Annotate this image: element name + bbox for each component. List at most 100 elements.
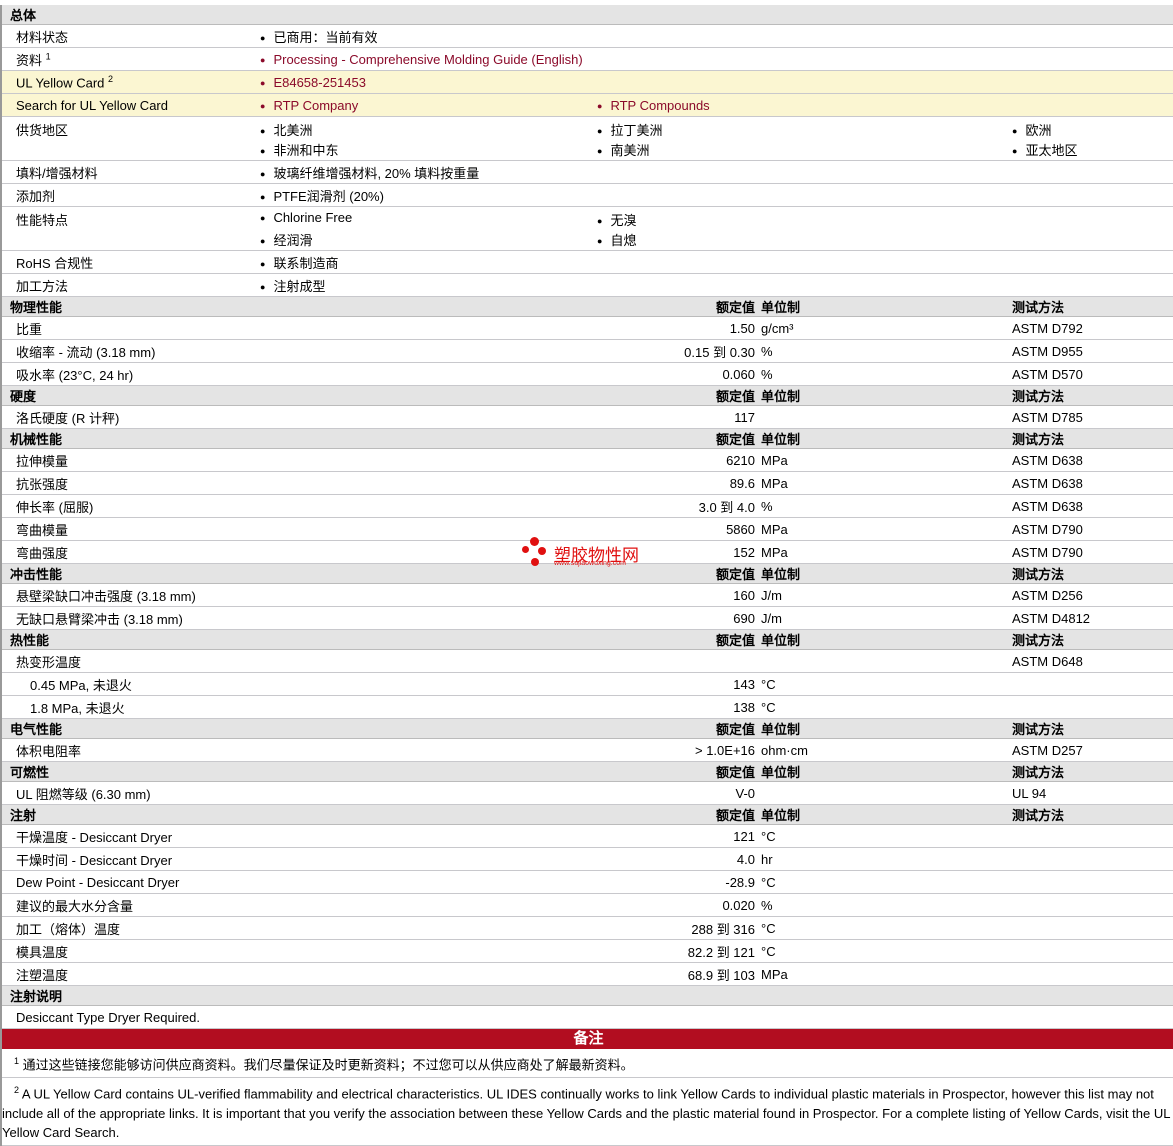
col-header-unit: 单位制 xyxy=(761,718,1012,739)
property-row: 干燥温度 - Desiccant Dryer 121 °C xyxy=(2,824,1173,848)
col-header-unit: 单位制 xyxy=(761,563,1012,584)
test-method xyxy=(1012,695,1173,719)
section-header: 总体 xyxy=(2,5,1173,25)
list-item: 亚太地区 xyxy=(1012,140,1173,160)
property-row: 热变形温度 ASTM D648 xyxy=(2,649,1173,673)
property-label: 建议的最大水分含量 xyxy=(2,893,597,917)
property-unit: % xyxy=(761,494,1012,518)
property-unit: % xyxy=(761,339,1012,363)
value-column: 北美洲非洲和中东 xyxy=(260,116,597,161)
list-item: 联系制造商 xyxy=(260,250,597,274)
list-item: 欧洲 xyxy=(1012,120,1173,140)
watermark-url: www.sujiaowuxing.com xyxy=(554,560,626,567)
value-column: 拉丁美洲南美洲 xyxy=(597,116,1012,161)
property-label: 加工（熔体）温度 xyxy=(2,916,597,940)
list-item: PTFE润滑剂 (20%) xyxy=(260,183,597,207)
property-unit: J/m xyxy=(761,606,1012,630)
list-item: Chlorine Free xyxy=(260,210,597,230)
property-row: 干燥时间 - Desiccant Dryer 4.0 hr xyxy=(2,847,1173,871)
section-header: 注射说明 xyxy=(2,985,1173,1006)
link[interactable]: RTP Compounds xyxy=(597,93,1173,117)
property-label: 热变形温度 xyxy=(2,649,597,673)
property-label: 干燥时间 - Desiccant Dryer xyxy=(2,847,597,871)
link[interactable]: E84658-251453 xyxy=(260,70,597,94)
property-unit xyxy=(761,781,1012,805)
property-label: 悬壁梁缺口冲击强度 (3.18 mm) xyxy=(2,583,597,607)
property-unit: °C xyxy=(761,695,1012,719)
link[interactable]: Processing - Comprehensive Molding Guide… xyxy=(260,47,597,71)
section-title: 注射 xyxy=(2,804,597,825)
section-title: 电气性能 xyxy=(2,718,597,739)
property-row: 收缩率 - 流动 (3.18 mm) 0.15 到 0.30% ASTM D955 xyxy=(2,339,1173,363)
general-row: 性能特点 Chlorine Free经润滑无溴自熄 xyxy=(2,206,1173,251)
footnote-ref[interactable]: 1 xyxy=(46,51,51,61)
property-value: 4.0 xyxy=(597,847,761,871)
property-unit: MPa xyxy=(761,471,1012,495)
col-header-value: 额定值 xyxy=(597,428,761,449)
footnote: 2 A UL Yellow Card contains UL-verified … xyxy=(2,1078,1173,1146)
property-row: 吸水率 (23°C, 24 hr) 0.060% ASTM D570 xyxy=(2,362,1173,386)
property-row: 抗张强度 89.6 MPa ASTM D638 xyxy=(2,471,1173,495)
row-label: 加工方法 xyxy=(2,273,260,297)
test-method xyxy=(1012,939,1173,963)
link[interactable]: RTP Company xyxy=(260,93,597,117)
test-method xyxy=(1012,916,1173,940)
property-value: 6210 xyxy=(597,448,761,472)
row-label: 性能特点 xyxy=(2,206,260,251)
property-label: 比重 xyxy=(2,316,597,340)
row-label: UL Yellow Card 2 xyxy=(2,70,260,94)
property-unit: J/m xyxy=(761,583,1012,607)
property-row: 弯曲模量 5860 MPa ASTM D790 xyxy=(2,517,1173,541)
footnote-text: A UL Yellow Card contains UL-verified fl… xyxy=(2,1086,1170,1140)
test-method xyxy=(1012,824,1173,848)
property-value: 288 到 316 xyxy=(597,916,761,940)
list-item: 玻璃纤维增强材料, 20% 填料按重量 xyxy=(260,160,597,184)
test-method: ASTM D790 xyxy=(1012,517,1173,541)
property-label: 1.8 MPa, 未退火 xyxy=(2,695,597,719)
property-value: 0.020 xyxy=(597,893,761,917)
property-value: 160 xyxy=(597,583,761,607)
property-label: 干燥温度 - Desiccant Dryer xyxy=(2,824,597,848)
footnote-number: 1 xyxy=(14,1056,20,1066)
general-row: 材料状态 已商用：当前有效 xyxy=(2,24,1173,48)
property-value: 0.060 xyxy=(597,362,761,386)
property-row: 洛氏硬度 (R 计秤) 117 ASTM D785 xyxy=(2,405,1173,429)
property-label: 体积电阻率 xyxy=(2,738,597,762)
property-value xyxy=(597,649,761,673)
col-header-method: 测试方法 xyxy=(1012,428,1173,449)
list-item: 经润滑 xyxy=(260,230,597,250)
property-unit: °C xyxy=(761,939,1012,963)
property-row: 建议的最大水分含量 0.020% xyxy=(2,893,1173,917)
property-unit: g/cm³ xyxy=(761,316,1012,340)
property-row: 1.8 MPa, 未退火 138 °C xyxy=(2,695,1173,719)
col-header-method: 测试方法 xyxy=(1012,718,1173,739)
test-method xyxy=(1012,847,1173,871)
injection-note-row: Desiccant Type Dryer Required. xyxy=(2,1005,1173,1029)
property-value: 89.6 xyxy=(597,471,761,495)
footnote-ref[interactable]: 2 xyxy=(108,74,113,84)
general-row: 添加剂 PTFE润滑剂 (20%) xyxy=(2,183,1173,207)
property-value: 138 xyxy=(597,695,761,719)
property-label: 伸长率 (屈服) xyxy=(2,494,597,518)
list-item: 北美洲 xyxy=(260,120,597,140)
property-unit: MPa xyxy=(761,962,1012,986)
property-row: 无缺口悬臂梁冲击 (3.18 mm) 690 J/m ASTM D4812 xyxy=(2,606,1173,630)
property-label: UL 阻燃等级 (6.30 mm) xyxy=(2,781,597,805)
general-row: 供货地区 北美洲非洲和中东拉丁美洲南美洲欧洲亚太地区 xyxy=(2,116,1173,161)
label-text: 填料/增强材料 xyxy=(16,165,98,181)
test-method: ASTM D792 xyxy=(1012,316,1173,340)
test-method: ASTM D257 xyxy=(1012,738,1173,762)
property-unit: MPa xyxy=(761,517,1012,541)
property-label: 无缺口悬臂梁冲击 (3.18 mm) xyxy=(2,606,597,630)
row-label: 供货地区 xyxy=(2,116,260,161)
footnote-number: 2 xyxy=(14,1085,20,1096)
property-row: 模具温度 82.2 到 121 °C xyxy=(2,939,1173,963)
test-method: ASTM D638 xyxy=(1012,494,1173,518)
test-method: ASTM D785 xyxy=(1012,405,1173,429)
property-unit xyxy=(761,649,1012,673)
test-method: ASTM D648 xyxy=(1012,649,1173,673)
property-unit: ohm·cm xyxy=(761,738,1012,762)
test-method: ASTM D638 xyxy=(1012,448,1173,472)
general-row: UL Yellow Card 2E84658-251453 xyxy=(2,70,1173,94)
col-header-unit: 单位制 xyxy=(761,385,1012,406)
